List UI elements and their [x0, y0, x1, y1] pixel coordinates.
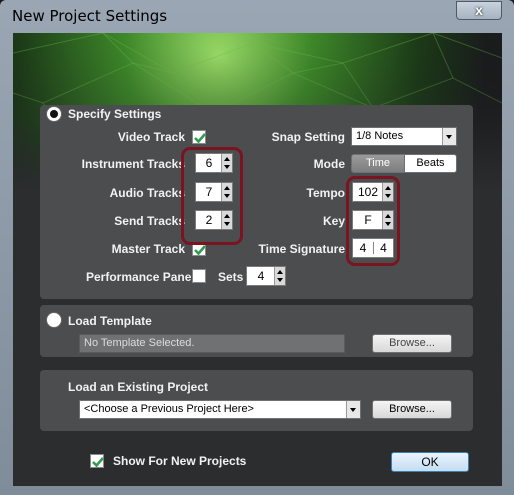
mode-label: Mode [313, 157, 345, 171]
specify-settings-radio[interactable] [46, 106, 62, 122]
chevron-down-icon[interactable] [346, 401, 360, 418]
sets-label: Sets [218, 270, 244, 284]
window-title: New Project Settings [12, 7, 168, 25]
snap-setting-value: 1/8 Notes [356, 130, 404, 142]
template-field-value: No Template Selected. [84, 337, 195, 349]
project-browse-button[interactable]: Browse... [372, 400, 452, 419]
project-select-value: <Choose a Previous Project Here> [84, 403, 254, 415]
chevron-down-icon[interactable] [442, 128, 456, 145]
dialog-content: Specify Settings Video Track Instrument … [13, 33, 502, 486]
snap-setting-select[interactable]: 1/8 Notes [351, 127, 457, 146]
audio-tracks-label: Audio Tracks [109, 186, 185, 200]
tempo-key-time-highlight [346, 176, 400, 266]
tempo-label: Tempo [306, 186, 345, 200]
mode-time-button[interactable]: Time [351, 154, 405, 173]
instrument-tracks-label: Instrument Tracks [81, 157, 185, 171]
master-track-label: Master Track [111, 242, 185, 256]
snap-setting-label: Snap Setting [271, 130, 345, 144]
template-field: No Template Selected. [79, 334, 345, 353]
project-select[interactable]: <Choose a Previous Project Here> [79, 400, 361, 419]
template-browse-label: Browse... [389, 337, 435, 349]
load-template-label: Load Template [68, 314, 152, 328]
project-browse-label: Browse... [389, 403, 435, 415]
show-new-projects-label: Show For New Projects [113, 454, 247, 468]
specify-settings-label: Specify Settings [68, 107, 162, 121]
time-signature-label: Time Signature [258, 242, 345, 256]
key-label: Key [322, 214, 345, 228]
template-browse-button[interactable]: Browse... [372, 334, 452, 353]
stepper-arrows-icon[interactable] [274, 267, 285, 285]
tracks-highlight [181, 147, 243, 245]
mode-beats-button[interactable]: Beats [404, 154, 457, 173]
video-track-checkbox[interactable] [192, 130, 206, 144]
close-icon: x [475, 2, 483, 18]
load-project-label: Load an Existing Project [68, 380, 209, 394]
close-button[interactable]: x [456, 1, 502, 20]
load-template-radio[interactable] [46, 312, 62, 328]
title-bar: New Project Settings x [0, 0, 514, 32]
send-tracks-label: Send Tracks [114, 214, 185, 228]
sets-value: 4 [257, 269, 265, 283]
performance-panel-label: Performance Panel [86, 270, 195, 284]
video-track-label: Video Track [117, 130, 185, 144]
dialog-window: New Project Settings x Specify Settings … [0, 0, 514, 495]
sets-stepper[interactable]: 4 [246, 266, 286, 286]
show-new-projects-checkbox[interactable] [90, 454, 104, 468]
performance-panel-checkbox[interactable] [192, 269, 206, 283]
ok-button[interactable]: OK [391, 452, 469, 472]
mode-time-label: Time [365, 157, 391, 169]
mode-beats-label: Beats [416, 157, 445, 169]
ok-label: OK [421, 455, 439, 469]
